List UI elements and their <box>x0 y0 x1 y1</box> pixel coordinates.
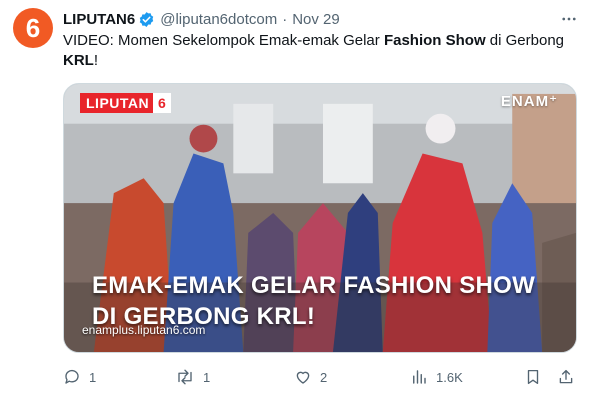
avatar[interactable]: 6 <box>13 8 53 48</box>
repost-button[interactable]: 1 <box>175 366 210 388</box>
like-icon <box>296 371 310 384</box>
views-button[interactable]: 1.6K <box>410 366 463 388</box>
views-count: 1.6K <box>436 369 463 385</box>
like-count: 2 <box>320 369 328 385</box>
repost-icon <box>178 369 192 385</box>
svg-text:6: 6 <box>26 13 40 43</box>
share-button[interactable] <box>557 366 575 388</box>
tweet-text: VIDEO: Momen Sekelompok Emak-emak Gelar … <box>63 31 578 71</box>
brand-digit: 6 <box>153 93 172 113</box>
reply-icon <box>65 369 79 384</box>
reply-button[interactable]: 1 <box>63 366 96 388</box>
like-button[interactable]: 2 <box>294 366 327 388</box>
text-part: ! <box>93 52 98 69</box>
views-icon <box>413 370 426 384</box>
text-bold-krl: KRL <box>63 52 94 69</box>
reply-count: 1 <box>89 369 97 385</box>
brand-text: LIPUTAN <box>86 95 150 111</box>
author-name[interactable]: LIPUTAN6 <box>63 11 135 28</box>
text-part: VIDEO: Momen Sekelompok Emak-emak Gelar <box>63 32 384 49</box>
author-handle[interactable]: @liputan6dotcom <box>160 11 277 28</box>
share-icon <box>559 369 573 384</box>
video-thumbnail[interactable]: LIPUTAN 6 ENAM⁺ EMAK-EMAK GELAR FASHION S… <box>63 83 577 353</box>
tweet-header: LIPUTAN6 @liputan6dotcom · Nov 29 <box>63 9 585 29</box>
text-part: di Gerbong <box>485 32 565 49</box>
video-url: enamplus.liputan6.com <box>82 323 206 337</box>
enam-plus-logo: ENAM⁺ <box>500 93 558 110</box>
separator: · <box>282 10 288 28</box>
text-bold-fashion-show: Fashion Show <box>383 32 486 49</box>
tweet-actions: 1 1 2 1.6K <box>63 366 577 388</box>
liputan6-logo-icon: 6 <box>26 13 40 43</box>
repost-count: 1 <box>203 369 211 385</box>
bookmark-icon <box>527 369 539 385</box>
verified-badge-icon <box>138 11 155 28</box>
more-icon[interactable] <box>557 9 581 29</box>
bookmark-button[interactable] <box>524 366 542 388</box>
timestamp[interactable]: Nov 29 <box>292 11 340 28</box>
liputan6-brand-logo: LIPUTAN 6 <box>80 93 172 113</box>
